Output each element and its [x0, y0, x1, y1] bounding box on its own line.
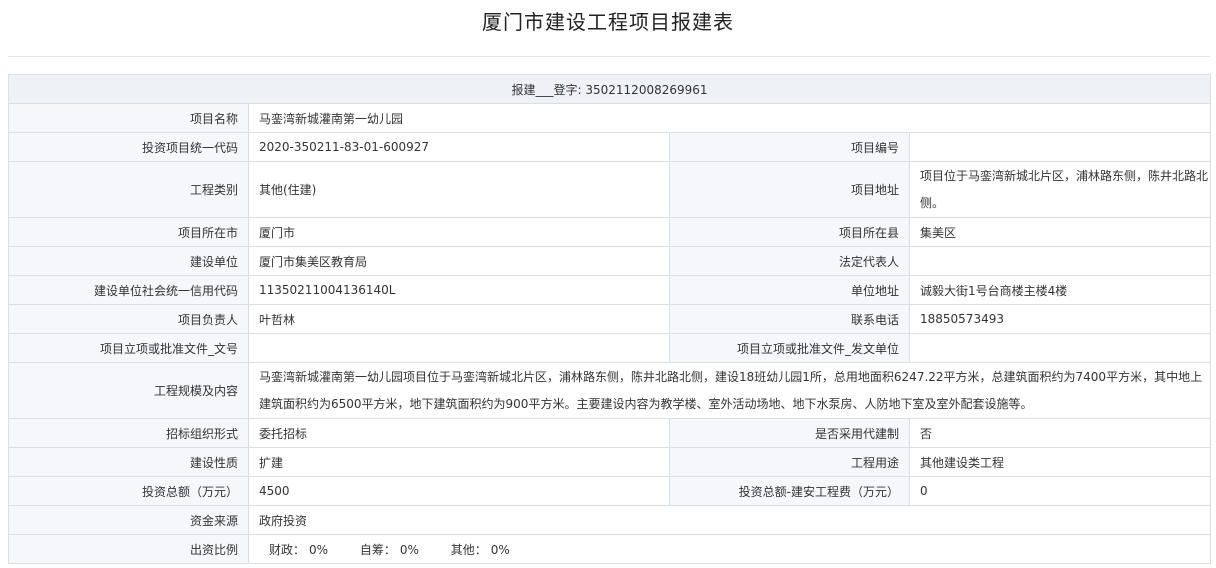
agent-label: 是否采用代建制: [669, 418, 910, 448]
table-row: 资金来源 政府投资: [8, 505, 1212, 535]
scale-label: 工程规模及内容: [8, 362, 249, 419]
ratio-value: 财政： 0% 自筹： 0% 其他： 0%: [247, 534, 1212, 564]
ratio-label: 出资比例: [8, 534, 249, 564]
unit-address-value: 诚毅大街1号台商楼主楼4楼: [908, 275, 1212, 305]
unit-address-label: 单位地址: [669, 275, 910, 305]
install-fee-label: 投资总额-建安工程费（万元）: [669, 476, 910, 506]
legal-rep-value: [908, 246, 1212, 276]
table-row: 工程规模及内容 马銮湾新城灌南第一幼儿园项目位于马銮湾新城北片区，浦林路东侧，陈…: [8, 362, 1212, 419]
credit-code-value: 11350211004136140L: [248, 275, 670, 305]
approval-no-label: 项目立项或批准文件_文号: [8, 333, 249, 363]
invest-total-value: 4500: [248, 476, 670, 506]
register-row: 报建___登字: 3502112008269961: [7, 74, 1212, 104]
table-row: 投资总额（万元） 4500 投资总额-建安工程费（万元） 0: [8, 476, 1212, 506]
approval-no-value: [248, 333, 670, 363]
table-row: 项目负责人 叶哲林 联系电话 18850573493: [8, 304, 1212, 334]
tender-label: 招标组织形式: [8, 418, 249, 448]
address-label: 项目地址: [669, 161, 910, 218]
register-number: 3502112008269961: [585, 82, 708, 97]
fund-source-value: 政府投资: [247, 505, 1212, 535]
fund-source-label: 资金来源: [8, 505, 249, 535]
invest-code-label: 投资项目统一代码: [8, 132, 249, 162]
self-value: 0%: [399, 542, 419, 557]
install-fee-value: 0: [908, 476, 1212, 506]
manager-value: 叶哲林: [248, 304, 670, 334]
usage-label: 工程用途: [669, 447, 910, 477]
tender-value: 委托招标: [248, 418, 670, 448]
phone-label: 联系电话: [669, 304, 910, 334]
table-row: 工程类别 其他(住建) 项目地址 项目位于马銮湾新城北片区，浦林路东侧，陈井北路…: [8, 161, 1212, 218]
address-value: 项目位于马銮湾新城北片区，浦林路东侧，陈井北路北侧。: [908, 161, 1212, 218]
project-no-value: [908, 132, 1212, 162]
title-divider: [8, 56, 1210, 57]
finance-value: 0%: [309, 542, 329, 557]
county-label: 项目所在县: [669, 217, 910, 247]
table-row: 项目名称 马銮湾新城灌南第一幼儿园: [8, 103, 1212, 133]
register-label: 报建___登字:: [511, 82, 582, 97]
page-title: 厦门市建设工程项目报建表: [482, 10, 734, 34]
builder-value: 厦门市集美区教育局: [248, 246, 670, 276]
table-row: 建设单位社会统一信用代码 11350211004136140L 单位地址 诚毅大…: [8, 275, 1212, 305]
county-value: 集美区: [908, 217, 1212, 247]
eng-type-value: 其他(住建): [248, 161, 670, 218]
agent-value: 否: [908, 418, 1212, 448]
finance-label: 财政：: [269, 542, 306, 557]
other-label: 其他：: [450, 542, 487, 557]
eng-type-label: 工程类别: [8, 161, 249, 218]
invest-code-value: 2020-350211-83-01-600927: [248, 132, 670, 162]
registration-table: 报建___登字: 3502112008269961 项目名称 马銮湾新城灌南第一…: [7, 74, 1212, 564]
city-label: 项目所在市: [8, 217, 249, 247]
scale-value: 马銮湾新城灌南第一幼儿园项目位于马銮湾新城北片区，浦林路东侧，陈井北路北侧，建设…: [247, 362, 1212, 419]
table-row: 建设单位 厦门市集美区教育局 法定代表人: [8, 246, 1212, 276]
table-row: 出资比例 财政： 0% 自筹： 0% 其他： 0%: [8, 534, 1212, 564]
other-value: 0%: [490, 542, 510, 557]
approval-unit-label: 项目立项或批准文件_发文单位: [669, 333, 910, 363]
project-name-label: 项目名称: [8, 103, 249, 133]
self-label: 自筹：: [359, 542, 396, 557]
builder-label: 建设单位: [8, 246, 249, 276]
project-name-value: 马銮湾新城灌南第一幼儿园: [247, 103, 1212, 133]
table-row: 建设性质 扩建 工程用途 其他建设类工程: [8, 447, 1212, 477]
manager-label: 项目负责人: [8, 304, 249, 334]
nature-label: 建设性质: [8, 447, 249, 477]
approval-unit-value: [908, 333, 1212, 363]
city-value: 厦门市: [248, 217, 670, 247]
register-header: 报建___登字: 3502112008269961: [7, 74, 1212, 104]
phone-value: 18850573493: [908, 304, 1212, 334]
table-row: 项目所在市 厦门市 项目所在县 集美区: [8, 217, 1212, 247]
nature-value: 扩建: [248, 447, 670, 477]
project-no-label: 项目编号: [669, 132, 910, 162]
legal-rep-label: 法定代表人: [669, 246, 910, 276]
credit-code-label: 建设单位社会统一信用代码: [8, 275, 249, 305]
table-row: 投资项目统一代码 2020-350211-83-01-600927 项目编号: [8, 132, 1212, 162]
invest-total-label: 投资总额（万元）: [8, 476, 249, 506]
usage-value: 其他建设类工程: [908, 447, 1212, 477]
table-row: 项目立项或批准文件_文号 项目立项或批准文件_发文单位: [8, 333, 1212, 363]
table-row: 招标组织形式 委托招标 是否采用代建制 否: [8, 418, 1212, 448]
